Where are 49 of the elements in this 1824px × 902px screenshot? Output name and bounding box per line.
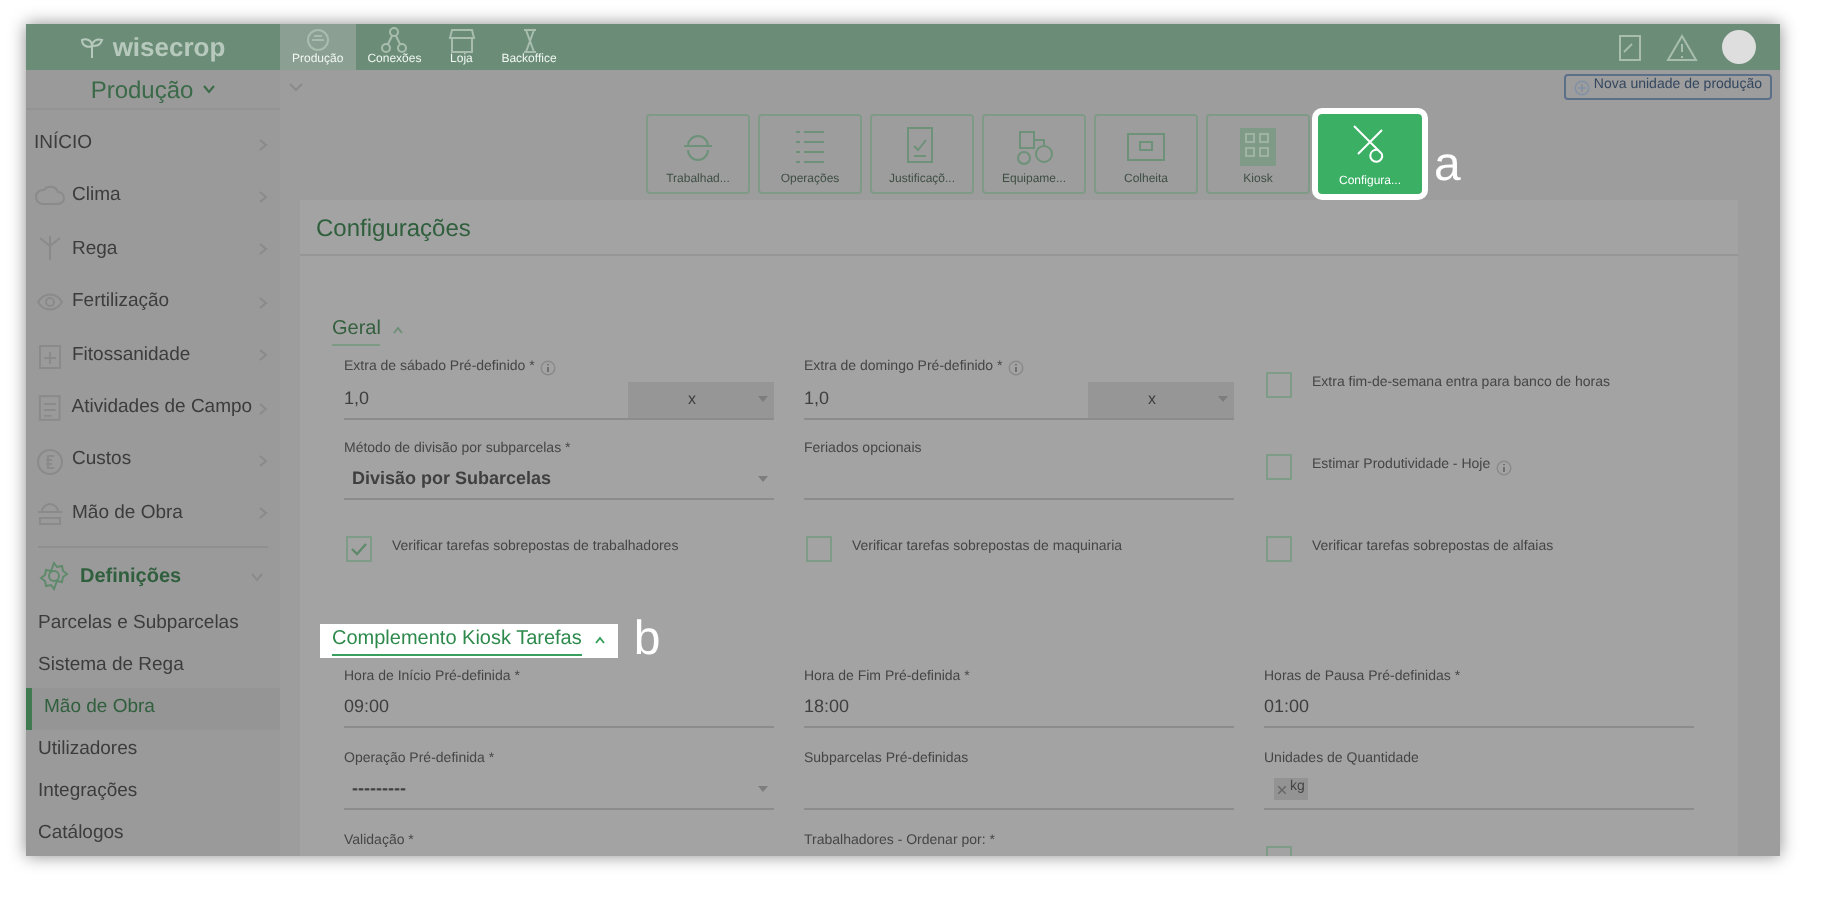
chevron-down-icon [201,84,216,94]
unit-selector[interactable]: Produção [26,70,280,110]
callout-label: a [1434,142,1461,190]
caret-icon [758,786,768,792]
shop-icon [445,26,478,54]
caret-icon [758,476,768,482]
chevron-up-icon [593,636,606,644]
select-field[interactable]: Divisão por Subarcelas [344,461,774,499]
input-field[interactable]: 18:00 [804,689,1234,727]
document-icon [1618,33,1642,61]
sidebar-item[interactable]: Custos [26,434,280,488]
avatar[interactable] [1722,30,1756,64]
sidebar-subitem[interactable]: Catálogos [26,814,280,856]
sidebar-item[interactable]: INÍCIO [26,118,280,171]
checkbox[interactable] [806,536,832,562]
logo-text: wisecrop [112,29,226,66]
sidebar-subitem[interactable]: Parcelas e Subparcelas [26,604,280,646]
input-field[interactable]: 01:00 [1264,689,1694,727]
input-field[interactable]: 09:00 [344,689,774,727]
network-icon [378,26,411,54]
sidebar-item[interactable]: Fertilização [26,276,280,330]
sidebar-item[interactable]: Mão de Obra [26,487,280,541]
section-toggle[interactable]: Geral [332,312,405,346]
sprout-icon [80,35,105,59]
plus-circle-icon [1573,79,1590,95]
unit-select[interactable]: x [1088,381,1234,419]
checkbox[interactable] [1266,372,1292,398]
sidebar-section[interactable]: Definições [26,548,280,604]
section-toggle[interactable]: Complemento Kiosk Tarefas [320,623,618,657]
gear-icon [38,560,70,593]
checkbox[interactable] [346,536,372,562]
sidebar-subitem[interactable]: Sistema de Rega [26,646,280,688]
warning-icon [1666,33,1698,61]
sidebar-item[interactable]: Rega [26,223,280,277]
unit-select[interactable]: x [628,381,774,419]
sidebar-subitem[interactable]: Mão de Obra [26,688,280,730]
checkbox[interactable] [1266,536,1292,562]
select-field[interactable]: --------- [344,771,774,809]
close-icon [1278,785,1286,793]
panel-title: Configurações [316,211,471,245]
sidebar-item[interactable]: Clima [26,170,280,224]
callout-label: b [633,620,661,660]
sidebar-item[interactable]: Atividades de Campo [26,381,280,435]
chevron-up-icon [392,325,405,333]
sidebar-subitem[interactable]: Utilizadores [26,730,280,772]
sidebar-item[interactable]: Fitossanidade [26,329,280,382]
sidebar-subitem[interactable]: Integrações [26,772,280,814]
checkbox[interactable] [1266,454,1292,480]
check-icon [350,542,368,556]
